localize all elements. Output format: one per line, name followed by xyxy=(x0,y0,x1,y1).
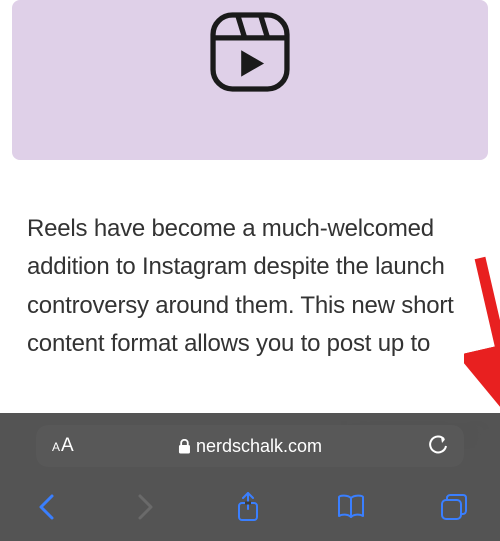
bottom-toolbar xyxy=(0,479,500,541)
tabs-button[interactable] xyxy=(436,489,472,525)
text-size-large-a: A xyxy=(61,435,74,457)
forward-button[interactable] xyxy=(127,489,163,525)
share-button[interactable] xyxy=(230,489,266,525)
reload-button[interactable] xyxy=(428,435,448,457)
bookmarks-button[interactable] xyxy=(333,489,369,525)
domain-text: nerdschalk.com xyxy=(196,436,322,457)
reels-icon xyxy=(206,8,294,96)
article-body: Reels have become a much-welcomed additi… xyxy=(12,210,488,364)
url-bar[interactable]: A A nerdschalk.com xyxy=(36,425,464,467)
back-button[interactable] xyxy=(28,489,64,525)
hero-card xyxy=(12,0,488,160)
browser-chrome: A A nerdschalk.com xyxy=(0,413,500,541)
lock-icon xyxy=(178,439,191,454)
url-display: nerdschalk.com xyxy=(178,436,322,457)
text-size-small-a: A xyxy=(52,440,60,454)
text-size-button[interactable]: A A xyxy=(52,435,74,457)
url-bar-row: A A nerdschalk.com xyxy=(0,413,500,479)
page-content: Reels have become a much-welcomed additi… xyxy=(0,0,500,364)
